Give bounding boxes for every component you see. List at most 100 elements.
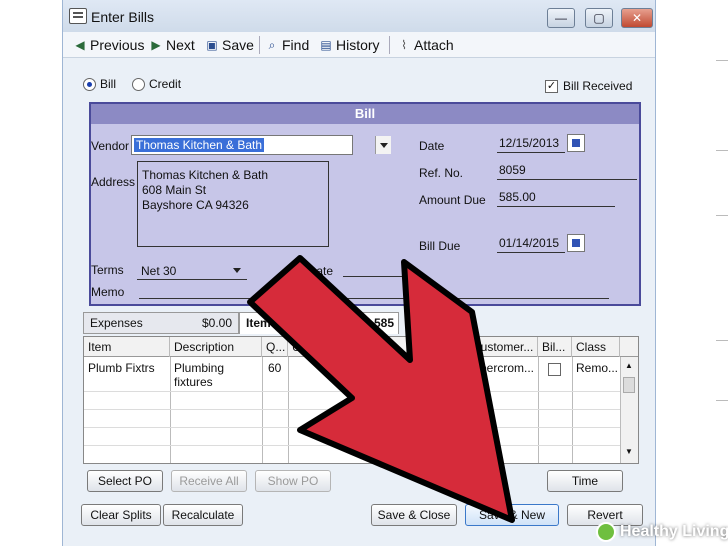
grid-column-divider [288, 357, 289, 463]
row-amount[interactable]: 00 [452, 361, 465, 375]
grid-column-divider [572, 357, 573, 463]
leaf-logo-icon [596, 522, 616, 542]
column-header-class[interactable]: Class [572, 337, 620, 357]
save-close-button[interactable]: Save & Close [371, 504, 457, 526]
grid-column-divider [468, 357, 469, 463]
history-icon: ▤ [320, 38, 332, 52]
tab-items[interactable]: Item 585 [239, 312, 399, 334]
save-new-button[interactable]: Save & New [465, 504, 559, 526]
time-button[interactable]: Time [547, 470, 623, 492]
grid-column-divider [538, 357, 539, 463]
bill-type-selector: Bill Credit [83, 77, 181, 91]
history-button[interactable]: ▤ History [319, 36, 380, 54]
row-description-line-2: fixtures [174, 375, 213, 389]
credit-radio-label: Credit [149, 77, 182, 91]
terms-dropdown-arrow-icon[interactable] [229, 261, 245, 279]
ref-no-value[interactable]: 8059 [499, 163, 526, 177]
column-header-customer[interactable]: Customer... [468, 337, 538, 357]
attach-button[interactable]: ⌇ Attach [397, 36, 454, 54]
row-customer[interactable]: Abercrom... [472, 361, 534, 375]
terms-value: Net 30 [141, 264, 177, 278]
grid-column-divider [170, 357, 171, 463]
column-header-qty[interactable]: Q... [262, 337, 288, 357]
address-label: Address [91, 175, 136, 189]
column-header-description[interactable]: Description [170, 337, 262, 357]
column-header-item[interactable]: Item [84, 337, 170, 357]
maximize-button[interactable]: ▢ [585, 8, 613, 28]
attach-label: Attach [414, 37, 454, 53]
grid-header: Item Description Q... U Customer... Bil.… [84, 337, 638, 357]
bill-form-icon [69, 8, 87, 24]
scroll-down-icon[interactable]: ▼ [625, 447, 633, 456]
items-tab-label: Item [246, 316, 271, 330]
grid-scrollbar[interactable]: ▲ ▼ [620, 357, 638, 463]
detail-tabs: Expenses $0.00 Item 585 [83, 312, 641, 334]
next-label: Next [166, 37, 195, 53]
scroll-up-icon[interactable]: ▲ [625, 361, 633, 370]
watermark-text: Healthy Living [620, 523, 728, 540]
date-label: Date [419, 139, 445, 153]
tab-expenses[interactable]: Expenses $0.00 [83, 312, 239, 334]
bill-received-checkbox[interactable]: ✓ [545, 79, 558, 93]
bill-radio[interactable] [83, 77, 96, 91]
paperclip-icon: ⌇ [401, 38, 407, 52]
close-button[interactable]: ✕ [621, 8, 653, 28]
column-header-billable[interactable]: Bil... [538, 337, 572, 357]
date-calendar-icon[interactable] [567, 134, 585, 152]
row-qty[interactable]: 60 [268, 361, 281, 375]
background-ruler [716, 0, 728, 546]
vendor-dropdown[interactable]: Thomas Kitchen & Bath [131, 135, 353, 155]
receive-all-button[interactable]: Receive All [171, 470, 247, 492]
recalculate-button[interactable]: Recalculate [163, 504, 243, 526]
discount-date-underline [343, 276, 403, 277]
healthy-living-watermark: Healthy Living [596, 520, 728, 544]
ref-no-underline [497, 179, 637, 180]
clear-splits-button[interactable]: Clear Splits [81, 504, 161, 526]
find-icon: ⌕ [268, 38, 276, 52]
bill-due-label: Bill Due [419, 239, 461, 253]
vendor-dropdown-arrow-icon[interactable] [375, 136, 391, 154]
grid-row-divider [84, 427, 620, 428]
bill-received-control: ✓ Bill Received [545, 79, 632, 93]
bill-radio-label: Bill [100, 77, 117, 91]
window-title: Enter Bills [91, 9, 155, 25]
row-description-line-1[interactable]: Plumbing [174, 361, 224, 375]
previous-button[interactable]: ◀ Previous [73, 36, 144, 54]
grid-row-divider [84, 409, 620, 410]
toolbar: ◀ Previous ▶ Next ▣ Save ⌕ Find ▤ Histor… [63, 32, 655, 58]
screen-frame: Enter Bills — ▢ ✕ ◀ Previous ▶ Next ▣ Sa… [0, 0, 728, 546]
amount-due-underline [497, 206, 615, 207]
amount-due-value[interactable]: 585.00 [499, 190, 536, 204]
find-label: Find [282, 37, 310, 53]
date-value[interactable]: 12/15/2013 [499, 136, 559, 150]
title-bar[interactable]: Enter Bills — ▢ ✕ [63, 0, 655, 32]
bill-due-calendar-icon[interactable] [567, 234, 585, 252]
history-label: History [336, 37, 380, 53]
grid-row-divider [84, 445, 620, 446]
memo-field[interactable] [139, 298, 609, 299]
expenses-tab-label: Expenses [90, 316, 143, 330]
toolbar-separator-2 [389, 36, 390, 54]
next-button[interactable]: ▶ Next [149, 36, 195, 54]
find-button[interactable]: ⌕ Find [265, 36, 310, 54]
toolbar-separator [259, 36, 260, 54]
scroll-thumb[interactable] [623, 377, 635, 393]
save-button[interactable]: ▣ Save [205, 36, 254, 54]
credit-radio[interactable] [132, 77, 146, 91]
address-line-2: 608 Main St [142, 183, 207, 197]
row-class[interactable]: Remo... [576, 361, 618, 375]
row-item[interactable]: Plumb Fixtrs [88, 361, 155, 375]
minimize-button[interactable]: — [547, 8, 575, 28]
address-box[interactable]: Thomas Kitchen & Bath 608 Main St Baysho… [137, 161, 329, 247]
previous-label: Previous [90, 37, 145, 53]
background-left [0, 0, 62, 546]
show-po-button[interactable]: Show PO [255, 470, 331, 492]
bill-received-label: Bill Received [563, 79, 633, 93]
amount-due-label: Amount Due [419, 193, 486, 207]
column-header-u[interactable]: U [288, 337, 468, 357]
address-line-1: Thomas Kitchen & Bath [142, 168, 269, 182]
select-po-button[interactable]: Select PO [87, 470, 163, 492]
address-line-3: Bayshore CA 94326 [142, 198, 249, 212]
row-billable-checkbox[interactable] [548, 363, 561, 376]
bill-due-value[interactable]: 01/14/2015 [499, 236, 559, 250]
